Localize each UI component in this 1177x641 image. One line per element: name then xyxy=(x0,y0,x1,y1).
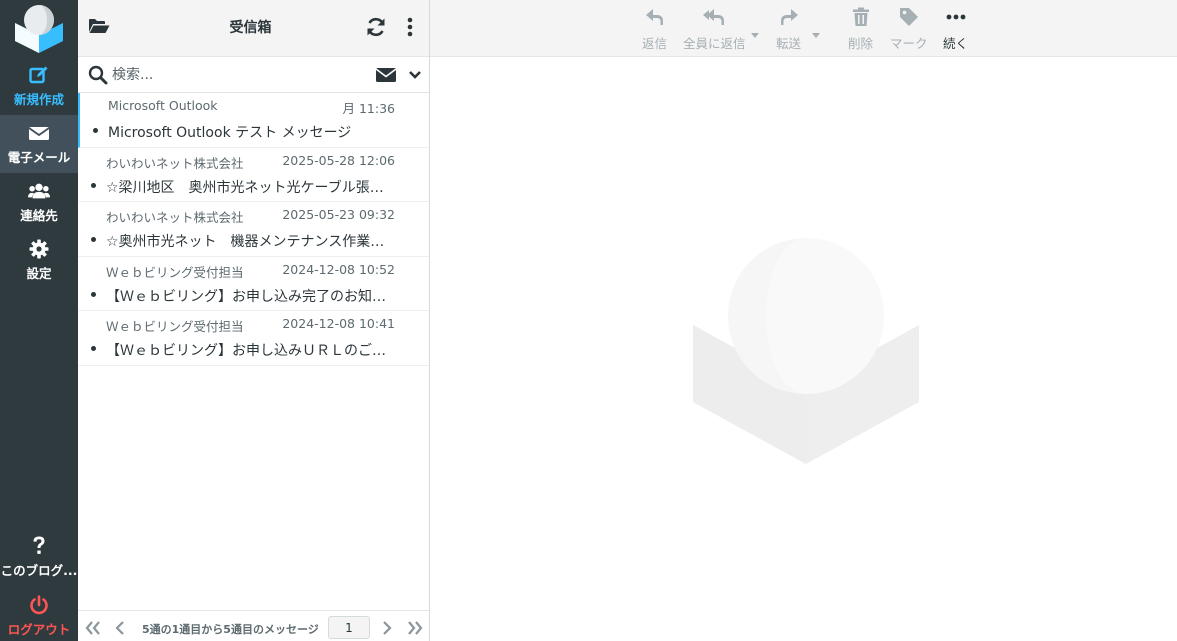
message-row[interactable]: Ｗｅｂビリング受付担当 2024-12-08 10:41 【Ｗｅｂビリング】お申… xyxy=(78,311,429,366)
unread-dot-icon[interactable] xyxy=(93,128,98,133)
delete-button[interactable]: 削除 xyxy=(848,6,873,52)
nav-settings-label: 設定 xyxy=(26,266,52,281)
nav-contacts-label: 連絡先 xyxy=(20,208,58,223)
message-subject[interactable]: 【Ｗｅｂビリング】お申し込み完了のお知らせ xyxy=(106,286,396,306)
next-page-icon[interactable] xyxy=(382,620,392,635)
reply-button[interactable]: 返信 xyxy=(642,6,667,52)
more-button[interactable]: 続く xyxy=(943,6,968,52)
unread-dot-icon[interactable] xyxy=(91,182,96,188)
users-icon xyxy=(28,180,50,202)
message-sender: わいわいネット株式会社 xyxy=(106,155,244,171)
message-list-pane: 受信箱 Microsoft Outlook 月 11:36 xyxy=(78,0,430,641)
last-page-icon[interactable] xyxy=(407,620,423,635)
message-sender: Ｗｅｂビリング受付担当 xyxy=(106,264,244,280)
delete-label: 削除 xyxy=(848,36,874,51)
message-date: 月 11:36 xyxy=(342,101,396,116)
message-subject[interactable]: ☆梁川地区 奥州市光ネット光ケーブル張替工事のお知らせ xyxy=(106,177,396,197)
forward-label: 転送 xyxy=(776,36,802,51)
chevron-down-icon[interactable] xyxy=(407,67,423,83)
forward-dropdown-icon[interactable] xyxy=(812,24,820,38)
message-row[interactable]: わいわいネット株式会社 2025-05-23 09:32 ☆奥州市光ネット 機器… xyxy=(78,202,429,257)
nav-mail-label: 電子メール xyxy=(7,150,71,165)
reply-all-icon xyxy=(702,6,726,28)
nav-mail[interactable]: 電子メール xyxy=(0,115,78,173)
reply-icon xyxy=(643,6,667,28)
message-row[interactable]: Microsoft Outlook 月 11:36 Microsoft Outl… xyxy=(78,93,429,148)
search-bar xyxy=(78,57,429,93)
nav-settings[interactable]: 設定 xyxy=(0,231,78,289)
unread-dot-icon[interactable] xyxy=(91,346,96,351)
message-subject[interactable]: 【Ｗｅｂビリング】お申し込みＵＲＬのご案内 xyxy=(106,340,396,360)
page-number-input[interactable] xyxy=(328,616,370,639)
nav-compose-label: 新規作成 xyxy=(13,92,64,107)
message-subject[interactable]: ☆奥州市光ネット 機器メンテナンス作業のお知らせ xyxy=(106,231,396,251)
message-count-text: 5通の1通目から5通目のメッセージ xyxy=(142,623,319,636)
message-preview-pane: 返信 全員に返信 転送 削除 マーク 続く xyxy=(430,0,1177,641)
folder-open-icon[interactable] xyxy=(88,17,110,37)
search-input[interactable] xyxy=(112,63,332,87)
previous-page-icon[interactable] xyxy=(115,620,125,635)
list-options-icon[interactable] xyxy=(402,16,418,38)
webmail-app: 新規作成 電子メール 連絡先 設定 このブログ... ログアウト 受信箱 検索.… xyxy=(0,0,1177,641)
reply-label: 返信 xyxy=(642,36,668,51)
forward-button[interactable]: 転送 xyxy=(776,6,801,52)
list-header: 受信箱 xyxy=(78,0,429,57)
message-toolbar: 返信 全員に返信 転送 削除 マーク 続く xyxy=(430,0,1177,57)
sidebar: 新規作成 電子メール 連絡先 設定 このブログ... ログアウト xyxy=(0,0,78,641)
pagination-bar: 5通の1通目から5通目のメッセージ xyxy=(78,610,429,641)
trash-icon xyxy=(849,6,873,28)
nav-logout-label: ログアウト xyxy=(7,622,71,637)
unread-dot-icon[interactable] xyxy=(91,237,96,242)
search-icon[interactable] xyxy=(88,65,108,85)
unread-dot-icon[interactable] xyxy=(91,291,96,297)
compose-icon xyxy=(28,64,50,86)
nav-about-label: このブログ... xyxy=(0,563,78,578)
question-icon xyxy=(28,535,50,557)
first-page-icon[interactable] xyxy=(85,620,101,635)
tag-icon xyxy=(897,6,921,28)
ellipsis-icon xyxy=(944,6,968,28)
reply-all-dropdown-icon[interactable] xyxy=(751,24,759,38)
power-icon xyxy=(28,594,50,616)
message-date: 2024-12-08 10:41 xyxy=(282,316,395,331)
more-label: 続く xyxy=(943,36,969,51)
message-subject[interactable]: Microsoft Outlook テスト メッセージ xyxy=(108,122,398,142)
nav-about[interactable]: このブログ... xyxy=(0,528,78,586)
nav-logout[interactable]: ログアウト xyxy=(0,587,78,641)
folder-title: 受信箱 xyxy=(229,20,272,36)
reply-all-label: 全員に返信 xyxy=(683,36,746,51)
forward-icon xyxy=(777,6,801,28)
envelope-filter-icon[interactable] xyxy=(375,67,397,83)
message-date: 2025-05-23 09:32 xyxy=(282,207,395,222)
roundcube-watermark-logo xyxy=(692,237,920,465)
reply-all-button[interactable]: 全員に返信 xyxy=(683,6,746,52)
message-sender: わいわいネット株式会社 xyxy=(106,210,244,225)
nav-contacts[interactable]: 連絡先 xyxy=(0,173,78,231)
message-sender: Microsoft Outlook xyxy=(108,98,218,113)
nav-compose[interactable]: 新規作成 xyxy=(0,57,78,115)
refresh-icon[interactable] xyxy=(365,16,387,38)
roundcube-logo[interactable] xyxy=(12,3,66,55)
message-list: Microsoft Outlook 月 11:36 Microsoft Outl… xyxy=(78,93,429,366)
mark-button[interactable]: マーク xyxy=(890,6,928,52)
message-date: 2025-05-28 12:06 xyxy=(282,152,395,168)
envelope-icon xyxy=(28,122,50,144)
gear-icon xyxy=(28,238,50,260)
mark-label: マーク xyxy=(890,36,928,51)
message-date: 2024-12-08 10:52 xyxy=(282,261,395,277)
message-row[interactable]: Ｗｅｂビリング受付担当 2024-12-08 10:52 【Ｗｅｂビリング】お申… xyxy=(78,257,429,311)
message-row[interactable]: わいわいネット株式会社 2025-05-28 12:06 ☆梁川地区 奥州市光ネ… xyxy=(78,148,429,202)
message-sender: Ｗｅｂビリング受付担当 xyxy=(106,319,244,334)
